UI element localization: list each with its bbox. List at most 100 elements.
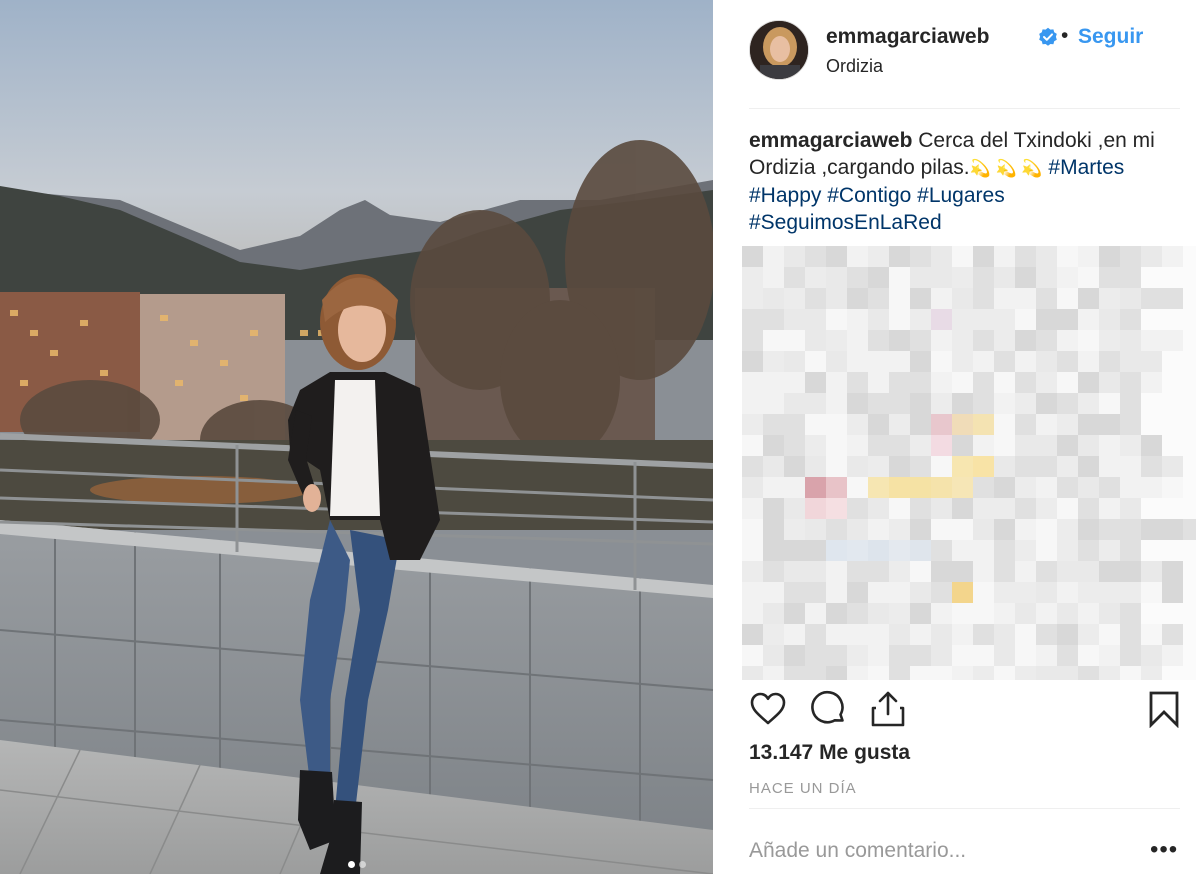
mosaic-cell [868,519,889,540]
mosaic-cell [763,414,784,435]
mosaic-cell [1036,666,1057,680]
likes-count[interactable]: 13.147 Me gusta [749,741,910,765]
mosaic-cell [784,540,805,561]
share-icon[interactable] [869,690,907,728]
mosaic-cell [1015,477,1036,498]
mosaic-cell [742,372,763,393]
mosaic-cell [1036,582,1057,603]
mosaic-cell [1120,267,1141,288]
mosaic-cell [826,246,847,267]
mosaic-cell [1099,603,1120,624]
mosaic-cell [1078,561,1099,582]
mosaic-cell [973,624,994,645]
mosaic-cell [1162,645,1183,666]
mosaic-cell [784,561,805,582]
mosaic-cell [994,540,1015,561]
mosaic-cell [889,456,910,477]
mosaic-cell [1162,414,1183,435]
mosaic-cell [1162,624,1183,645]
mosaic-cell [868,309,889,330]
mosaic-cell [763,393,784,414]
mosaic-cell [1120,561,1141,582]
mosaic-cell [742,477,763,498]
mosaic-cell [1015,540,1036,561]
mosaic-cell [1141,645,1162,666]
mosaic-cell [1015,561,1036,582]
hashtag-link[interactable]: #SeguimosEnLaRed [749,211,942,234]
mosaic-cell [931,561,952,582]
mosaic-cell [847,666,868,680]
mosaic-cell [763,477,784,498]
mosaic-cell [994,246,1015,267]
mosaic-cell [826,372,847,393]
avatar[interactable] [749,20,809,80]
mosaic-cell [1183,414,1196,435]
mosaic-cell [1183,351,1196,372]
mosaic-cell [1057,666,1078,680]
comment-bubble-icon[interactable] [809,690,847,728]
username[interactable]: emmagarciaweb [826,25,989,49]
mosaic-cell [973,246,994,267]
hashtag-link[interactable]: #Martes [1048,156,1124,179]
mosaic-cell [1141,372,1162,393]
mosaic-cell [1141,267,1162,288]
mosaic-cell [931,267,952,288]
mosaic-cell [952,267,973,288]
mosaic-cell [994,477,1015,498]
mosaic-cell [868,477,889,498]
mosaic-cell [763,372,784,393]
mosaic-cell [868,456,889,477]
mosaic-cell [1120,666,1141,680]
caption-username[interactable]: emmagarciaweb [749,129,912,152]
hashtag-link[interactable]: #Contigo [827,184,911,207]
mosaic-cell [1141,561,1162,582]
location-link[interactable]: Ordizia [826,56,883,77]
mosaic-cell [1015,519,1036,540]
mosaic-cell [1162,267,1183,288]
add-comment-input[interactable] [749,836,1134,866]
mosaic-cell [1120,624,1141,645]
mosaic-cell [826,435,847,456]
mosaic-cell [973,645,994,666]
mosaic-cell [868,372,889,393]
mosaic-cell [1099,372,1120,393]
mosaic-cell [763,309,784,330]
mosaic-cell [952,393,973,414]
mosaic-cell [805,498,826,519]
post-photo[interactable] [0,0,713,874]
header-divider [749,108,1180,109]
mosaic-cell [931,372,952,393]
hashtag-link[interactable]: #Lugares [917,184,1005,207]
mosaic-cell [1183,246,1196,267]
mosaic-cell [952,582,973,603]
mosaic-cell [784,519,805,540]
mosaic-cell [931,666,952,680]
mosaic-cell [784,309,805,330]
mosaic-cell [847,309,868,330]
mosaic-cell [1099,498,1120,519]
mosaic-cell [847,540,868,561]
carousel-dot[interactable] [358,861,366,868]
mosaic-cell [742,645,763,666]
mosaic-cell [1183,561,1196,582]
heart-icon[interactable] [749,690,787,728]
mosaic-cell [1183,372,1196,393]
mosaic-cell [1099,351,1120,372]
mosaic-cell [1120,498,1141,519]
follow-button[interactable]: Seguir [1078,25,1143,49]
hashtag-link[interactable]: #Happy [749,184,821,207]
bookmark-icon[interactable] [1145,690,1183,728]
post-timestamp[interactable]: HACE UN DÍA [749,780,857,797]
mosaic-cell [889,603,910,624]
more-options-button[interactable]: ••• [1150,838,1178,862]
mosaic-cell [784,498,805,519]
mosaic-cell [1078,372,1099,393]
mosaic-cell [952,603,973,624]
carousel-dot-active[interactable] [347,861,355,868]
mosaic-cell [1099,624,1120,645]
mosaic-cell [973,582,994,603]
mosaic-cell [805,246,826,267]
mosaic-cell [1015,288,1036,309]
mosaic-cell [1057,351,1078,372]
mosaic-cell [1015,624,1036,645]
